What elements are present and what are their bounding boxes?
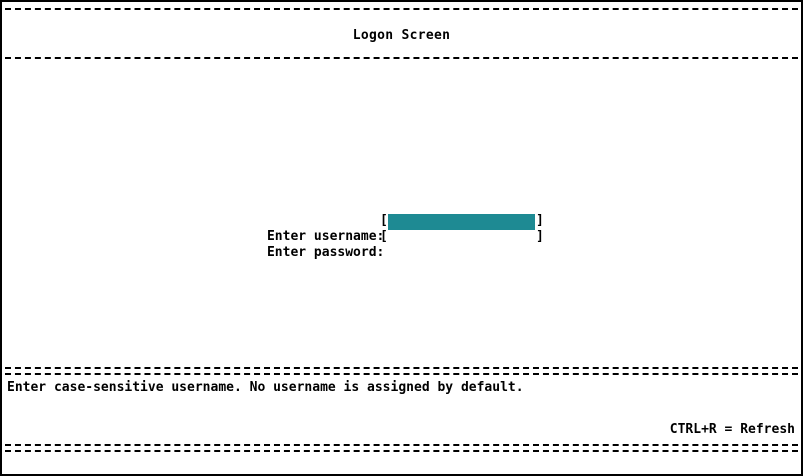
- logon-form: Enter username: [ ] Enter password: [ ]: [220, 213, 544, 260]
- username-row: Enter username: [ ]: [220, 213, 544, 244]
- username-input[interactable]: [388, 214, 535, 230]
- password-bracket-open: [: [380, 229, 388, 244]
- username-bracket-close: ]: [536, 213, 544, 228]
- screen-title: Logon Screen: [352, 28, 451, 43]
- password-input[interactable]: [388, 230, 535, 246]
- header-divider: [5, 57, 798, 59]
- help-text: Enter case-sensitive username. No userna…: [7, 380, 524, 395]
- password-bracket-close: ]: [536, 229, 544, 244]
- password-label: Enter password:: [266, 245, 385, 260]
- username-bracket-open: [: [380, 213, 388, 228]
- password-row: Enter password: [ ]: [220, 229, 544, 260]
- refresh-hotkey[interactable]: CTRL+R = Refresh: [670, 422, 795, 438]
- top-divider: [5, 8, 798, 10]
- footer-divider-bottom: [5, 444, 798, 452]
- terminal-window: Logon Screen Enter username: [ ] Enter p…: [0, 0, 803, 476]
- footer-divider-top: [5, 367, 798, 375]
